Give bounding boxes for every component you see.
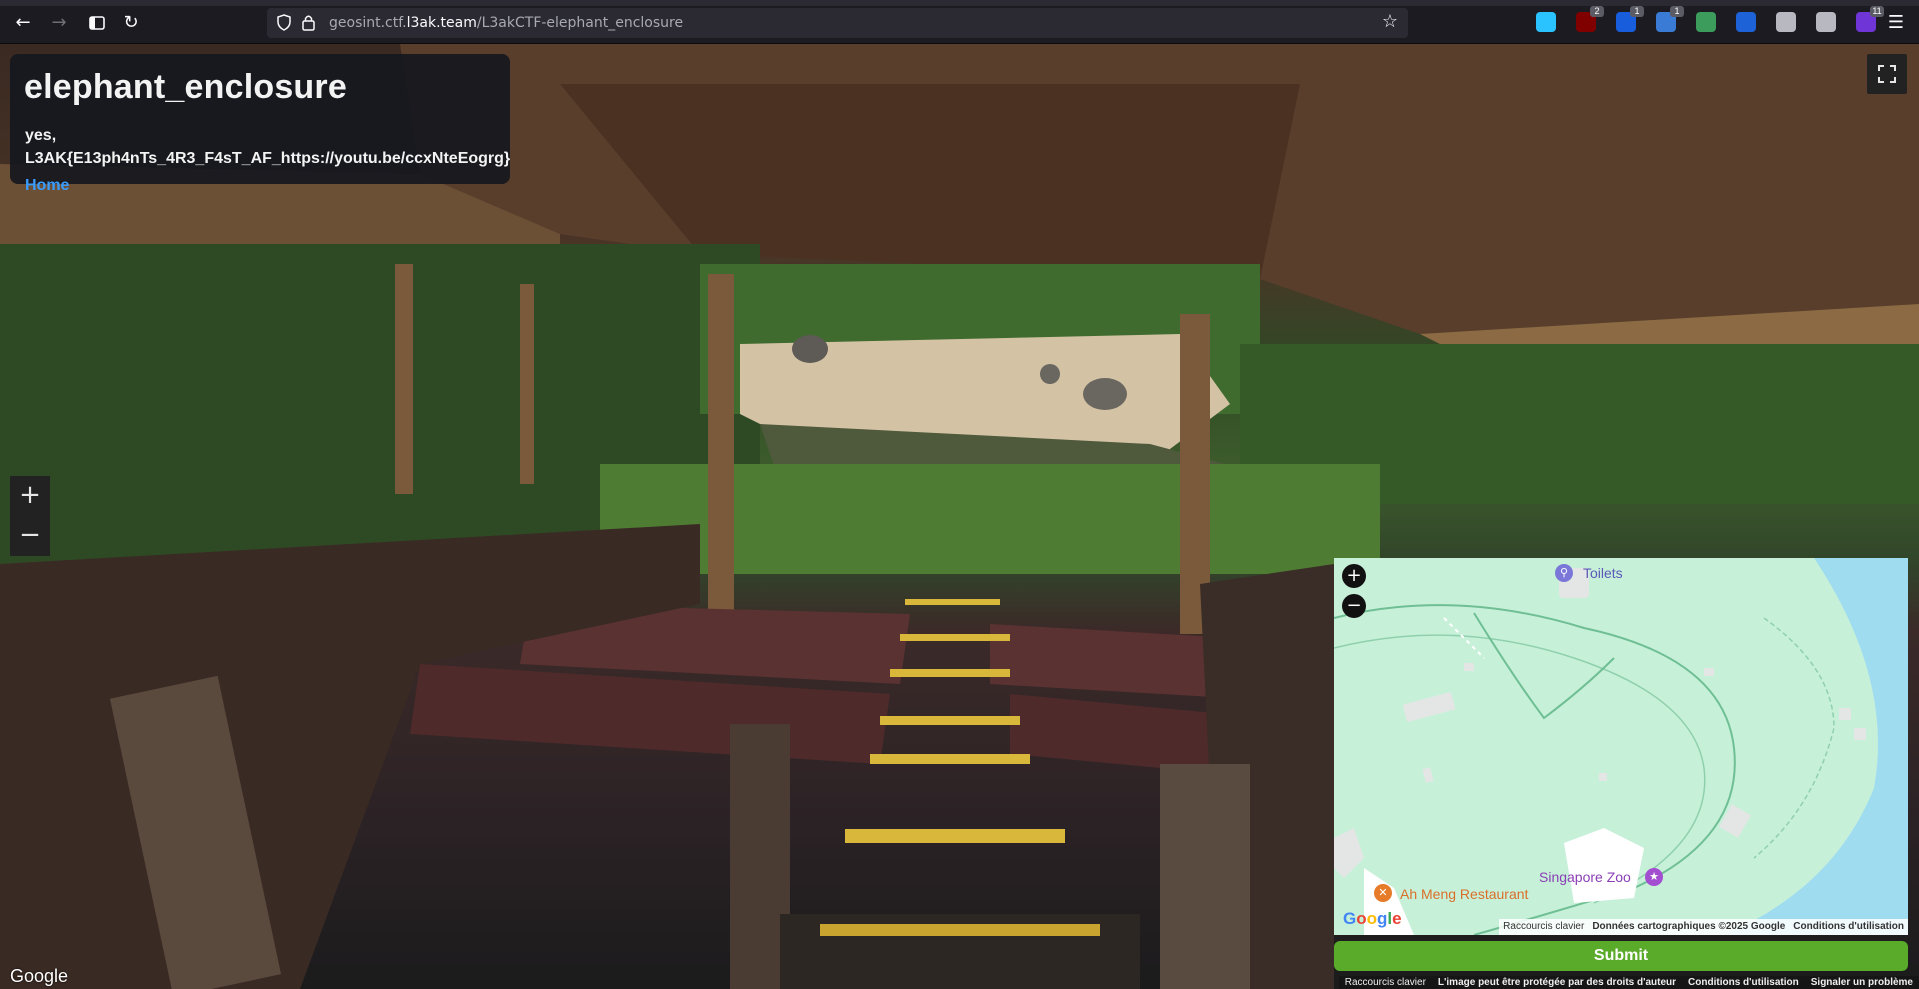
reader-icon[interactable] bbox=[1776, 12, 1796, 32]
poi-restaurant-label[interactable]: Ah Meng Restaurant bbox=[1400, 886, 1528, 902]
google-logo[interactable]: Google bbox=[10, 966, 68, 987]
flag-text: yes, L3AK{E13ph4nTs_4R3_F4sT_AF_https://… bbox=[25, 127, 511, 167]
toilets-icon[interactable]: ⚲ bbox=[1555, 564, 1573, 582]
map-attribution: Raccourcis clavier Données cartographiqu… bbox=[1499, 919, 1908, 935]
challenge-title: elephant_enclosure bbox=[24, 68, 347, 106]
url-text[interactable]: geosint.ctf.l3ak.team/L3akCTF-elephant_e… bbox=[329, 15, 683, 31]
fullscreen-button[interactable] bbox=[1867, 54, 1907, 94]
extension-badge: 11 bbox=[1870, 6, 1884, 17]
sidebar-icon[interactable] bbox=[86, 12, 108, 34]
map-zoom-in-button[interactable]: + bbox=[1342, 564, 1366, 588]
guess-minimap[interactable]: + − ⚲ Toilets Singapore Zoo ★ ✕ Ah Meng … bbox=[1334, 558, 1908, 935]
download-icon[interactable] bbox=[1536, 12, 1556, 32]
extension-badge: 1 bbox=[1630, 6, 1644, 17]
browser-toolbar: ← → ↻ geosint.ctf.l3ak.team/L3akCTF-elep… bbox=[0, 0, 1919, 44]
address-bar[interactable]: geosint.ctf.l3ak.team/L3akCTF-elephant_e… bbox=[267, 8, 1408, 38]
map-terms-link[interactable]: Conditions d'utilisation bbox=[1789, 919, 1908, 935]
spy-glasses-icon[interactable] bbox=[1696, 12, 1716, 32]
streetview-zoom-out-button[interactable]: − bbox=[10, 516, 50, 556]
puzzle-icon[interactable] bbox=[1816, 12, 1836, 32]
fullscreen-icon bbox=[1878, 65, 1896, 83]
map-keyboard-shortcuts-link[interactable]: Raccourcis clavier bbox=[1499, 919, 1588, 935]
streetview-zoom-in-button[interactable]: + bbox=[10, 476, 50, 516]
zoo-icon[interactable]: ★ bbox=[1645, 868, 1663, 886]
map-zoom-out-button[interactable]: − bbox=[1342, 594, 1366, 618]
bitwarden-icon[interactable]: 1 bbox=[1616, 6, 1644, 32]
restaurant-icon[interactable]: ✕ bbox=[1374, 884, 1392, 902]
extension-blue-icon[interactable]: 1 bbox=[1656, 6, 1684, 32]
lock-icon[interactable] bbox=[302, 14, 315, 31]
forward-icon[interactable]: → bbox=[48, 12, 70, 34]
map-data-credit: Données cartographiques ©2025 Google bbox=[1592, 921, 1786, 932]
keyboard-shortcuts-link[interactable]: Raccourcis clavier bbox=[1339, 976, 1432, 989]
reload-icon[interactable]: ↻ bbox=[120, 12, 142, 34]
terms-link[interactable]: Conditions d'utilisation bbox=[1682, 976, 1805, 989]
back-icon[interactable]: ← bbox=[12, 12, 34, 34]
tracking-shield-icon[interactable] bbox=[277, 14, 291, 31]
submit-button[interactable]: Submit bbox=[1334, 941, 1908, 971]
translate-icon[interactable] bbox=[1736, 12, 1756, 32]
streetview-attribution: Raccourcis clavier L'image peut être pro… bbox=[1338, 976, 1919, 989]
map-google-logo[interactable]: Google bbox=[1343, 909, 1402, 929]
poi-toilets-label[interactable]: Toilets bbox=[1583, 565, 1623, 581]
menu-icon[interactable]: ☰ bbox=[1885, 12, 1907, 34]
bookmark-star-icon[interactable]: ☆ bbox=[1382, 11, 1398, 32]
home-link[interactable]: Home bbox=[25, 177, 69, 195]
extension-badge: 2 bbox=[1590, 6, 1604, 17]
tab-strip bbox=[0, 0, 1919, 6]
extension-badge: 1 bbox=[1670, 6, 1684, 17]
copyright-notice: L'image peut être protégée par des droit… bbox=[1437, 977, 1677, 988]
ublock-icon[interactable]: 2 bbox=[1576, 6, 1604, 32]
purple-extension-icon[interactable]: 11 bbox=[1856, 6, 1884, 32]
report-problem-link[interactable]: Signaler un problème bbox=[1805, 976, 1919, 989]
poi-zoo-label[interactable]: Singapore Zoo bbox=[1539, 869, 1631, 885]
